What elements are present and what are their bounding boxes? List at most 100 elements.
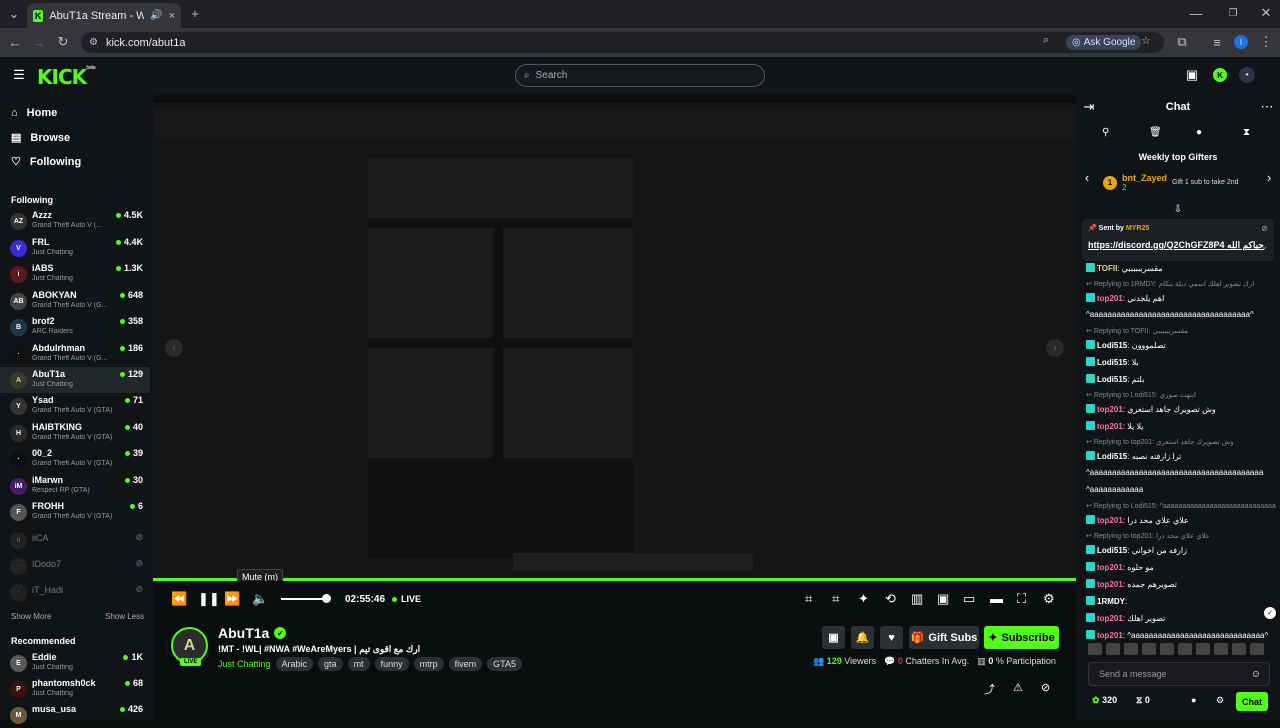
emote[interactable] (1142, 643, 1156, 655)
report-icon[interactable]: ⚠ (1013, 681, 1023, 694)
chat-message[interactable]: 1RMDY: (1086, 596, 1276, 606)
browser-menu-icon[interactable]: ⋮ (1259, 34, 1273, 49)
pinned-link[interactable]: https://discord.gg/Q2ChGFZ8P4 حياكم الله (1088, 240, 1264, 251)
chat-message[interactable]: top201: اهم يلجدني (1086, 293, 1276, 303)
following-row[interactable]: AZ Azzz Grand Theft Auto V (... 4.5K (0, 208, 150, 234)
chat-username[interactable]: top201 (1097, 614, 1123, 623)
reading-list-icon[interactable]: ≡ (1210, 35, 1224, 50)
chat-message[interactable]: top201: وش تصويرك جاهد استعري (1086, 404, 1276, 414)
forward-icon[interactable]: → (31, 34, 47, 50)
pause-icon[interactable]: ❚❚ (198, 591, 220, 607)
tag-chip[interactable]: gta (318, 657, 343, 671)
following-row[interactable]: · 00_2 Grand Theft Auto V (GTA) 39 (0, 446, 150, 472)
browser-tab[interactable]: K AbuT1a Stream - Watch Live 🔊 × (27, 3, 181, 28)
following-row[interactable]: i iABS Just Chatting 1.3K (0, 261, 150, 287)
kick-logo[interactable]: KICKbeta (37, 65, 96, 89)
tab-audio-icon[interactable]: 🔊 (150, 10, 162, 21)
share-screen-button[interactable]: ▣ (822, 626, 845, 649)
chat-gear-icon[interactable]: ⚙ (1216, 695, 1224, 706)
following-row[interactable]: V FRL Just Chatting 4.4K (0, 235, 150, 261)
chat-message[interactable]: Lodi515: ترا زارفته نصبه (1086, 451, 1276, 461)
ask-google-button[interactable]: ◎ Ask Google (1066, 35, 1142, 50)
category-link[interactable]: Just Chatting (218, 659, 271, 669)
timer-display[interactable]: ⧖ 0 (1136, 695, 1150, 706)
new-tab-icon[interactable]: + (188, 6, 202, 21)
tag-chip[interactable]: Arabic (275, 657, 314, 671)
emote[interactable] (1196, 643, 1210, 655)
theater-mode-icon[interactable]: ▬ (990, 591, 1003, 606)
gift-subs-button[interactable]: 🎁 Gift Subs (909, 626, 979, 649)
tab-search-icon[interactable]: ⌄ (6, 6, 22, 22)
nav-browse[interactable]: ▤ Browse (11, 131, 70, 145)
points-display[interactable]: ✿ 320 (1092, 695, 1117, 706)
volume-slider[interactable] (281, 598, 326, 600)
chat-username[interactable]: top201 (1097, 422, 1123, 431)
chat-reply-context[interactable]: ↩ Replying to Lodi515: ^aaaaaaaaaaaaaaaa… (1086, 502, 1276, 510)
fullscreen-icon[interactable]: ⛶ (1017, 591, 1026, 607)
volume-knob[interactable] (322, 594, 331, 603)
settings-gear-icon[interactable]: ⚙ (1043, 591, 1055, 607)
show-less-link[interactable]: Show Less (105, 612, 144, 621)
rewards-icon[interactable]: ▣ (1185, 67, 1199, 82)
nav-following[interactable]: ♡ Following (11, 155, 81, 169)
sparkle-icon[interactable]: ✦ (858, 591, 869, 607)
user-avatar[interactable]: ● (1239, 67, 1255, 83)
emote[interactable] (1214, 643, 1228, 655)
following-row[interactable]: Y Ysad Grand Theft Auto V (GTA) 71 (0, 393, 150, 419)
streamer-name[interactable]: AbuT1a ✓ (218, 625, 287, 641)
share-icon[interactable]: ⤴ (984, 681, 995, 697)
pinned-message[interactable]: 📌 Sent by MYR25 https://discord.gg/Q2ChG… (1082, 219, 1274, 261)
emoji-icon[interactable]: ☺ (1251, 669, 1261, 680)
tab-close-icon[interactable]: × (169, 10, 175, 22)
nav-home[interactable]: ⌂ Home (11, 107, 57, 119)
chat-send-button[interactable]: Chat (1236, 692, 1268, 711)
hide-icon[interactable]: ⊘ (1041, 681, 1050, 694)
minimize-icon[interactable]: — (1189, 6, 1203, 21)
recommended-row[interactable]: P phantomsh0ck Just Chatting 68 (0, 676, 150, 702)
trash-icon[interactable]: 🗑 (1149, 127, 1162, 138)
extensions-icon[interactable]: ⧉ (1175, 34, 1189, 49)
chat-username[interactable]: top201 (1097, 563, 1123, 572)
offline-row[interactable]: ii iiCA ⊘ (0, 527, 150, 553)
rewind-icon[interactable]: ⏪ (171, 591, 187, 607)
tag-chip[interactable]: fivem (448, 657, 483, 671)
chat-message[interactable]: top201: تصوير اهلك (1086, 613, 1276, 623)
subscribe-button[interactable]: ✦ Subscribe (984, 626, 1059, 649)
gifters-next-icon[interactable]: › (1264, 170, 1274, 185)
follow-button[interactable]: ♥ (880, 626, 903, 649)
live-indicator[interactable]: LIVE (392, 594, 421, 604)
chat-message[interactable]: Lodi515: تصلمووون (1086, 340, 1276, 350)
chat-username[interactable]: top201 (1097, 631, 1123, 640)
video-player[interactable]: ‹ › (153, 95, 1076, 578)
bookmark-star-icon[interactable]: ☆ (1141, 34, 1151, 47)
following-row[interactable]: iM iMarwn Respect RP (GTA) 30 (0, 473, 150, 499)
chat-username[interactable]: TOFII (1097, 264, 1117, 273)
chat-reply-context[interactable]: ↩ Replying to TOFII: مقسرببببببي (1086, 327, 1276, 335)
stats-icon[interactable]: ▥ (911, 591, 923, 607)
tag-chip[interactable]: mt (347, 657, 370, 671)
restore-icon[interactable]: ❐ (1226, 6, 1240, 20)
chat-message[interactable]: top201: ^aaaaaaaaaaaaaaaaaaaaaaaaaaaaaa^ (1086, 630, 1276, 640)
back-icon[interactable]: ← (7, 34, 23, 50)
recommended-row[interactable]: E Eddie Just Chatting 1K (0, 650, 150, 676)
expand-icon[interactable]: ⇩ (1171, 203, 1185, 215)
unpin-icon[interactable]: ⊘ (1261, 224, 1268, 233)
following-row[interactable]: AB ABOKYAN Grand Theft Auto V (G... 648 (0, 288, 150, 314)
chat-username[interactable]: top201 (1097, 294, 1123, 303)
pin-icon[interactable]: ⚲ (1102, 127, 1109, 138)
emote[interactable] (1232, 643, 1246, 655)
recommended-row[interactable]: M musa_usa 426 (0, 702, 150, 728)
chat-username[interactable]: top201 (1097, 405, 1123, 414)
clip-icon[interactable]: ⌗ (805, 591, 812, 607)
scroll-check-icon[interactable]: ✓ (1264, 607, 1276, 619)
emote[interactable] (1088, 643, 1102, 655)
replay-icon[interactable]: ⟲ (885, 591, 896, 607)
chat-username[interactable]: Lodi515 (1097, 341, 1127, 350)
url-omnibox[interactable]: ⚙ kick.com/abut1a ⌕ ◎ Ask Google ☆ (81, 32, 1164, 53)
zoom-icon[interactable]: ⌕ (1043, 34, 1049, 47)
site-info-icon[interactable]: ⚙ (89, 37, 98, 48)
hamburger-menu-icon[interactable]: ☰ (12, 67, 26, 82)
chat-message[interactable]: Lodi515: زارفه من اخواني (1086, 545, 1276, 555)
chat-username[interactable]: Lodi515 (1097, 358, 1127, 367)
chat-username[interactable]: top201 (1097, 516, 1123, 525)
